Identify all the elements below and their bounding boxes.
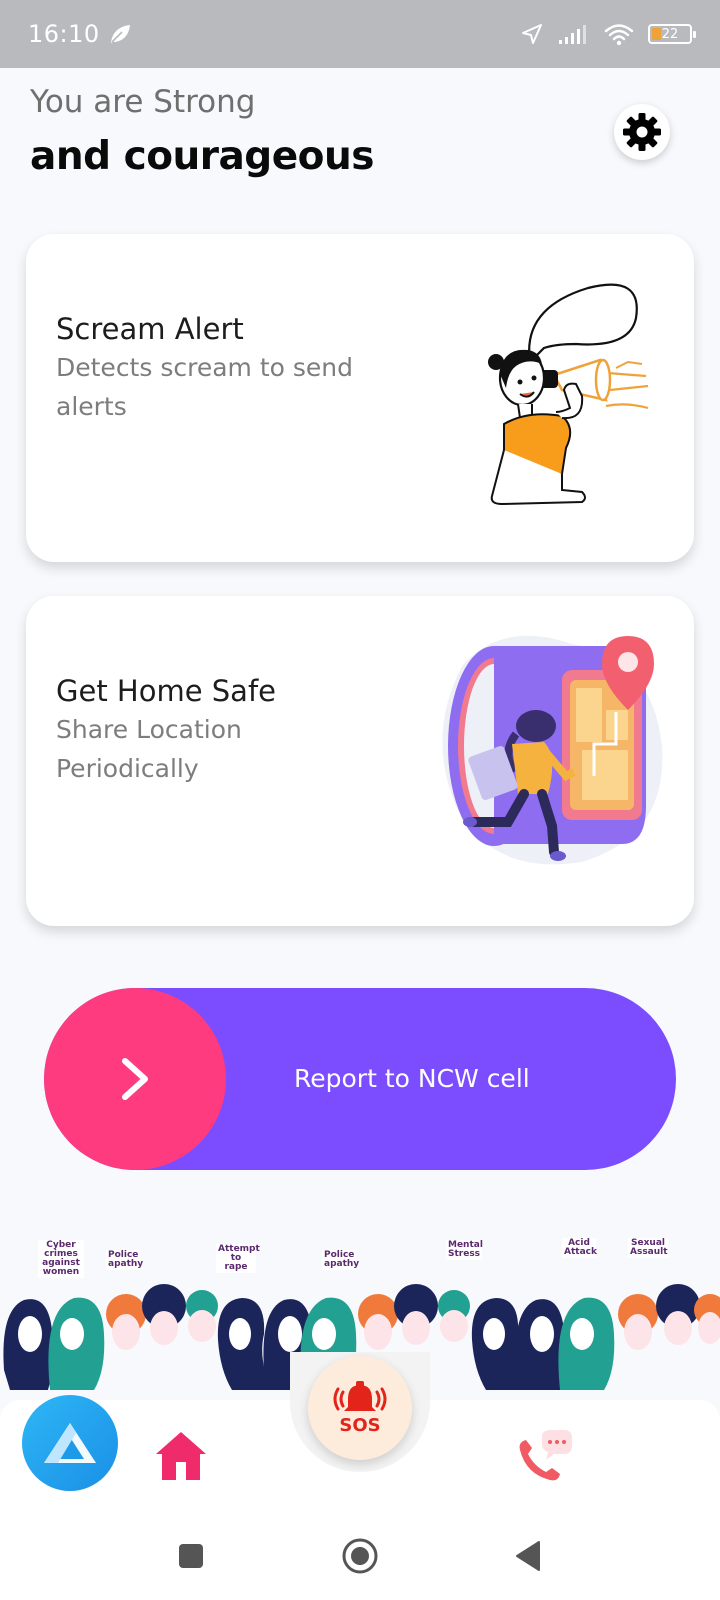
home-icon	[156, 1432, 206, 1480]
app-logo-icon	[44, 1423, 96, 1463]
gear-icon	[623, 113, 661, 151]
banner-tag-attempt-to-rape: Attempt to rape	[216, 1244, 260, 1273]
banner-tag-sexual-assault: Sexual Assault	[628, 1238, 668, 1258]
signal-icon	[559, 25, 586, 44]
banner-tag-police-apathy-1: Police apathy	[106, 1250, 144, 1270]
sos-button[interactable]: SOS	[308, 1356, 412, 1460]
greeting-line-2: and courageous	[30, 134, 374, 179]
get-home-safe-card[interactable]: Get Home Safe Share Location Periodicall…	[26, 596, 694, 926]
phone-chat-icon	[519, 1430, 572, 1481]
woman-megaphone-illustration	[488, 283, 649, 506]
app-screen: 16:10 22 You are Strong and courageous S…	[0, 0, 720, 1600]
chevron-right-icon	[122, 1058, 148, 1100]
sos-label: SOS	[339, 1414, 381, 1436]
square-icon	[179, 1544, 203, 1568]
status-right: 22	[520, 22, 696, 46]
status-bar: 16:10 22	[0, 0, 720, 68]
status-left: 16:10	[28, 20, 132, 48]
running-woman-location-illustration	[442, 635, 663, 865]
alarm-bell-icon	[333, 1380, 387, 1411]
circle-icon	[342, 1538, 378, 1574]
banner-tag-acid-attack: Acid Attack	[562, 1238, 597, 1258]
report-slider-knob[interactable]	[44, 988, 226, 1170]
system-nav-bar	[0, 1512, 720, 1600]
settings-button[interactable]	[614, 104, 670, 160]
get-home-safe-subtitle: Share Location Periodically	[56, 715, 242, 783]
location-arrow-icon	[522, 24, 542, 44]
status-time: 16:10	[28, 20, 100, 48]
home-system-button[interactable]	[332, 1512, 388, 1600]
back-triangle-icon	[516, 1541, 540, 1571]
scream-alert-title: Scream Alert	[56, 312, 244, 346]
battery-level: 22	[661, 26, 679, 42]
battery-icon: 22	[648, 24, 696, 44]
app-logo-button[interactable]	[22, 1395, 118, 1491]
recents-button[interactable]	[164, 1512, 218, 1600]
home-nav-button[interactable]	[152, 1428, 210, 1484]
wifi-icon	[604, 24, 634, 46]
report-slider[interactable]: Report to NCW cell	[44, 988, 676, 1170]
scream-alert-card[interactable]: Scream Alert Detects scream to send aler…	[26, 234, 694, 562]
helpline-call-button[interactable]	[512, 1430, 572, 1490]
greeting-line-1: You are Strong	[30, 84, 256, 120]
scream-alert-subtitle: Detects scream to send alerts	[56, 353, 353, 421]
banner-tag-cyber-crimes: Cyber crimes against women	[38, 1240, 84, 1278]
get-home-safe-title: Get Home Safe	[56, 674, 276, 708]
banner-tag-police-apathy-2: Police apathy	[322, 1250, 360, 1270]
leaf-icon	[110, 25, 130, 43]
banner-tag-mental-stress: Mental Stress	[446, 1240, 483, 1260]
back-button[interactable]	[500, 1512, 556, 1600]
report-label: Report to NCW cell	[294, 1064, 530, 1093]
